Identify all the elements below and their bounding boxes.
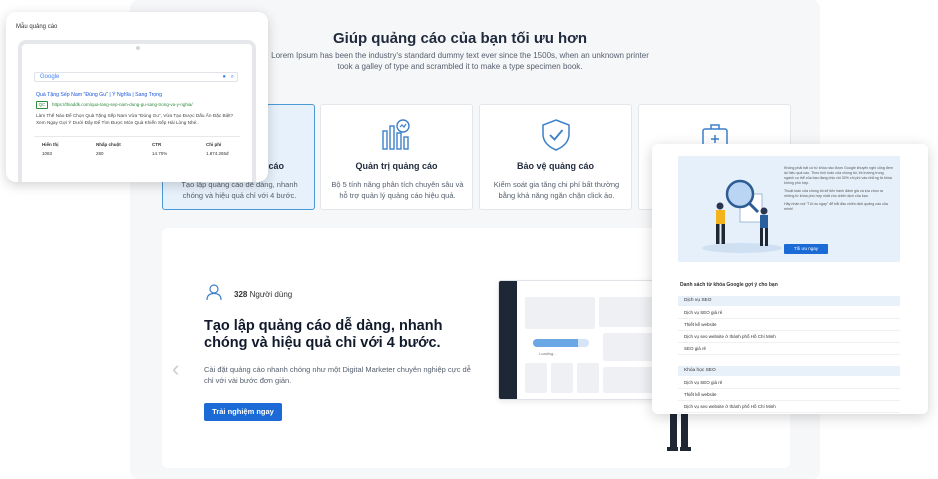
mockup-loading: Loading... bbox=[539, 351, 557, 356]
search-bar[interactable]: Google ● ⌕ bbox=[34, 72, 238, 82]
keyword-row[interactable]: Dịch vụ SEO giá rẻ bbox=[678, 377, 900, 389]
phone-frame: Google ● ⌕ Quà Tặng Sếp Nam "Đúng Gu" | … bbox=[18, 40, 256, 182]
stat-clicks: Nhấp chuột 280 bbox=[96, 142, 121, 156]
keyword-row[interactable]: Dịch vụ seo website ở thành phố Hồ Chí M… bbox=[678, 331, 900, 343]
stat-ctr: CTR 14.70% bbox=[152, 142, 168, 156]
keyword-row[interactable]: Thiết kế website bbox=[678, 319, 900, 331]
feature-card-manage[interactable]: Quản trị quảng cáo Bộ 5 tính năng phân t… bbox=[320, 104, 473, 210]
keyword-group-header[interactable]: Dịch vụ SEO bbox=[678, 296, 900, 306]
feature-title: Bảo vệ quảng cáo bbox=[516, 161, 595, 171]
shield-check-icon bbox=[541, 119, 570, 151]
feature-title: cáo bbox=[268, 161, 284, 171]
feature-desc: Bộ 5 tính năng phân tích chuyên sâu và h… bbox=[331, 180, 464, 200]
feature-title: Quản trị quảng cáo bbox=[355, 161, 438, 171]
user-icon bbox=[206, 284, 222, 301]
seo-banner-text: Không phải bất cứ từ khóa nào được Googl… bbox=[784, 166, 893, 211]
users-count: 328 Người dùng bbox=[234, 290, 293, 299]
ad-badge: QC bbox=[36, 101, 48, 109]
keyword-row[interactable]: Thiết kế website bbox=[678, 389, 900, 401]
try-now-button[interactable]: Trải nghiệm ngay bbox=[204, 403, 282, 421]
feature-desc: Kiểm soát gia tăng chi phí bất thường bằ… bbox=[493, 180, 620, 200]
search-icon: ⌕ bbox=[230, 74, 234, 80]
keyword-group-header[interactable]: Khóa học SEO bbox=[678, 366, 900, 376]
main-heading: Tạo lập quảng cáo dễ dàng, nhanh chóng v… bbox=[204, 318, 443, 351]
seo-keywords-popup: Không phải bất cứ từ khóa nào được Googl… bbox=[652, 144, 928, 414]
ad-text: Làm Thế Nào Để Chọn Quà Tặng Sếp Nam Vừa… bbox=[36, 113, 234, 125]
section-title: Giúp quảng cáo của bạn tối ưu hơn bbox=[332, 30, 588, 47]
keyword-row[interactable]: Dịch vụ SEO giá rẻ bbox=[678, 307, 900, 319]
ad-url: https://thiaddk.com/qua-tang-sep-nam-dun… bbox=[52, 102, 193, 107]
ad-preview-header: Mẫu quảng cáo bbox=[16, 24, 58, 30]
magnifier-illustration bbox=[702, 179, 782, 253]
section-subtitle: Lorem Ipsum has been the industry's stan… bbox=[271, 51, 649, 71]
optimize-now-button[interactable]: Tối ưu ngay bbox=[784, 244, 828, 254]
keyword-row[interactable]: SEO giá rẻ bbox=[678, 343, 900, 355]
keyword-row[interactable]: Dịch vụ seo website ở thành phố Hồ Chí M… bbox=[678, 401, 900, 413]
main-description: Cài đặt quảng cáo nhanh chóng như một Di… bbox=[204, 365, 471, 385]
mockup-sidebar bbox=[499, 281, 517, 399]
mic-icon: ● bbox=[222, 74, 226, 80]
stat-cost: Chi phí 1.874.265đ bbox=[206, 142, 229, 156]
seo-banner: Không phải bất cứ từ khóa nào được Googl… bbox=[678, 156, 900, 262]
carousel-prev-icon[interactable]: ‹ bbox=[172, 356, 179, 382]
ad-title-link[interactable]: Quà Tặng Sếp Nam "Đúng Gu" | Ý Nghĩa | S… bbox=[36, 92, 162, 98]
google-logo: Google bbox=[40, 74, 60, 80]
mockup-progress bbox=[533, 339, 589, 347]
stat-impressions: Hiển thị 1083 bbox=[42, 142, 59, 156]
analytics-icon bbox=[381, 119, 410, 150]
feature-desc: Tạo lập quảng cáo dễ dàng, nhanh chóng v… bbox=[181, 180, 298, 200]
page: Giúp quảng cáo của bạn tối ưu hơn Lorem … bbox=[0, 0, 938, 479]
feature-card-protect[interactable]: Bảo vệ quảng cáo Kiểm soát gia tăng chi … bbox=[479, 104, 632, 210]
keyword-list-title: Danh sách từ khóa Google gợi ý cho bạn bbox=[680, 282, 778, 288]
dashboard-mockup: Loading... bbox=[498, 280, 678, 400]
ad-preview-popup: Mẫu quảng cáo Google ● ⌕ Quà Tặng Sếp Na… bbox=[6, 12, 268, 182]
